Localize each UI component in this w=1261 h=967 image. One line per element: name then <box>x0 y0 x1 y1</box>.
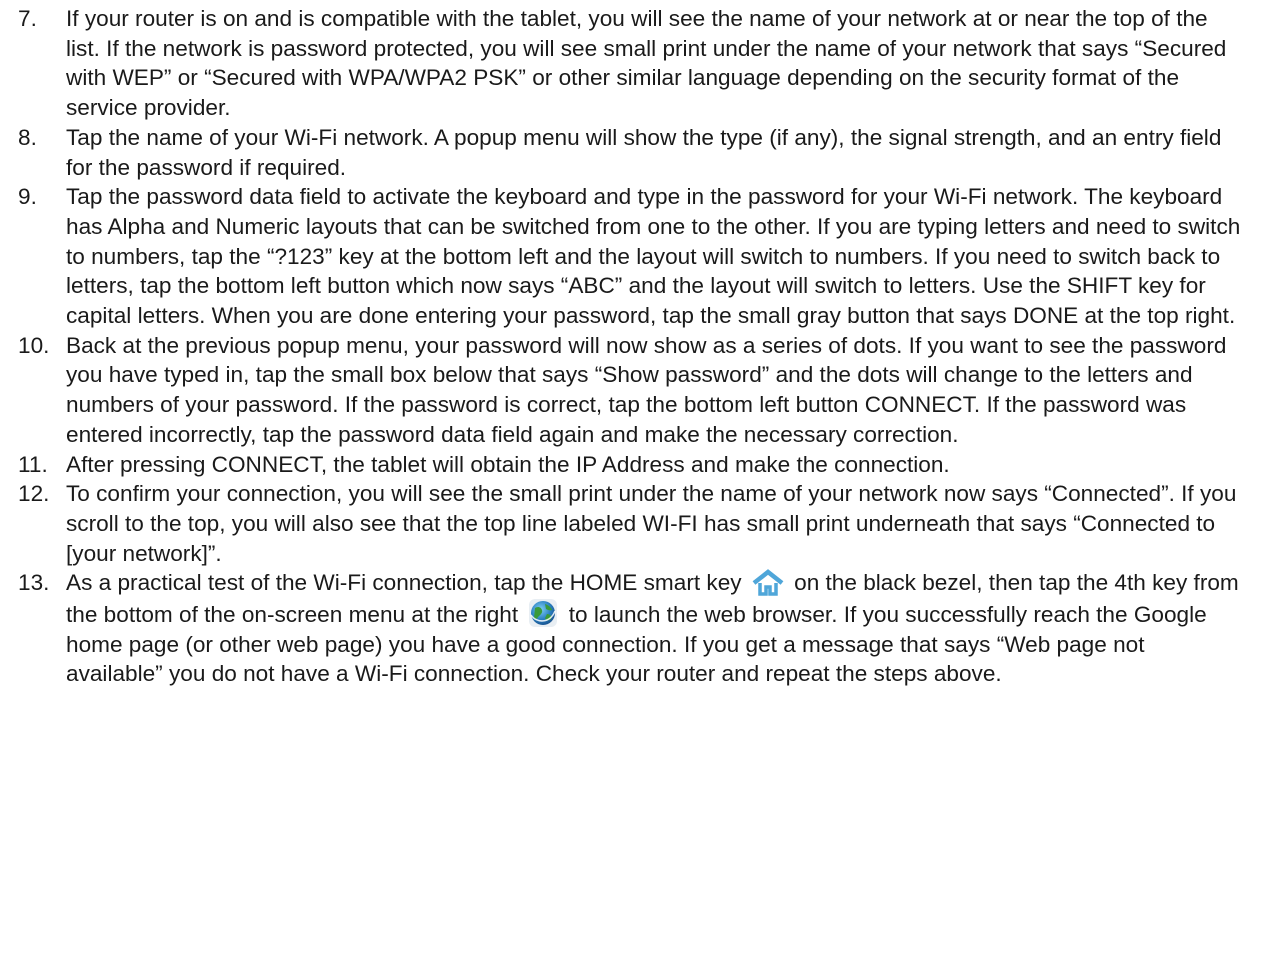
step-number: 7. <box>18 6 37 31</box>
step-text-part: As a practical test of the Wi-Fi connect… <box>66 570 742 596</box>
step-number: 8. <box>18 124 37 150</box>
list-item-step-7: 7. If your router is on and is compatibl… <box>18 4 1243 123</box>
step-text: After pressing CONNECT, the tablet will … <box>66 451 950 477</box>
step-number: 9. <box>18 184 37 210</box>
list-item-step-11: 11. After pressing CONNECT, the tablet w… <box>18 450 1243 480</box>
step-text: If your router is on and is compatible w… <box>66 6 1227 121</box>
list-item-step-9: 9. Tap the password data field to activa… <box>18 182 1243 331</box>
step-number: 12. <box>18 481 50 507</box>
step-number: 13. <box>18 570 50 596</box>
list-item-step-10: 10. Back at the previous popup menu, you… <box>18 331 1243 450</box>
step-text: Back at the previous popup menu, your pa… <box>66 332 1227 447</box>
document-page: 7. If your router is on and is compatibl… <box>0 0 1261 967</box>
step-number: 10. <box>18 332 50 358</box>
step-text: To confirm your connection, you will see… <box>66 481 1237 566</box>
step-text: Tap the name of your Wi-Fi network. A po… <box>66 124 1222 180</box>
list-item-step-13: 13. As a practical test of the Wi-Fi con… <box>18 568 1243 689</box>
step-number: 11. <box>18 451 48 477</box>
step-text: As a practical test of the Wi-Fi connect… <box>66 568 1243 689</box>
list-item-step-8: 8. Tap the name of your Wi-Fi network. A… <box>18 123 1243 182</box>
instruction-list: 7. If your router is on and is compatibl… <box>18 4 1243 689</box>
browser-globe-icon <box>528 598 558 628</box>
step-text: Tap the password data field to activate … <box>66 184 1241 329</box>
home-icon <box>752 569 784 597</box>
list-item-step-12: 12. To confirm your connection, you will… <box>18 479 1243 568</box>
